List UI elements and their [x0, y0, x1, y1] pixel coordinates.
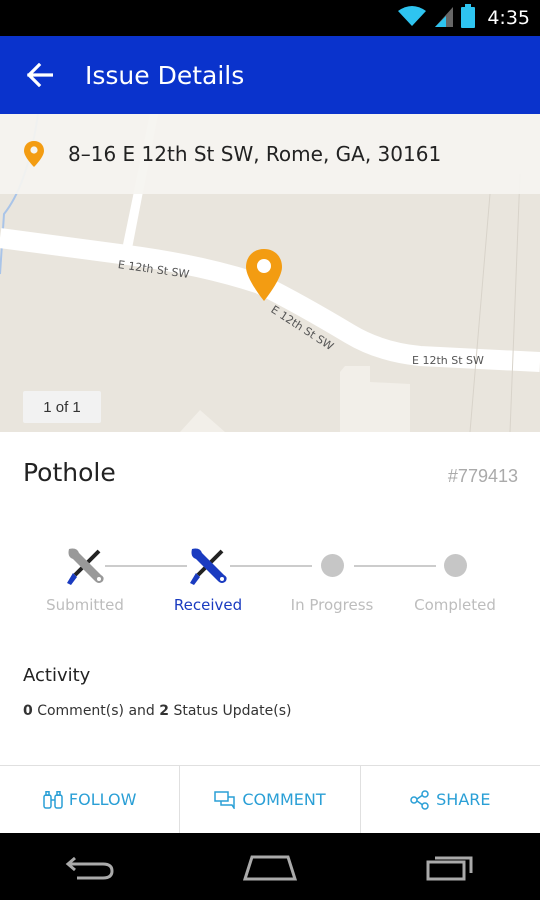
- dot-icon: [320, 553, 344, 577]
- dot-icon: [443, 553, 467, 577]
- location-pin-icon: [0, 140, 68, 168]
- page-title: Issue Details: [85, 60, 245, 90]
- status-time: 4:35: [487, 7, 530, 29]
- step-label: Completed: [414, 596, 496, 614]
- step-label: Submitted: [46, 596, 124, 614]
- system-nav-bar: [0, 833, 540, 900]
- comment-count: 0: [23, 703, 33, 719]
- comments-text: Comment(s) and: [37, 703, 155, 719]
- back-nav-icon: [65, 856, 114, 879]
- wifi-icon: [397, 5, 427, 32]
- binoculars-icon: [43, 790, 63, 809]
- share-label: SHARE: [436, 790, 491, 809]
- status-update-count: 2: [159, 703, 170, 719]
- chat-bubbles-icon: [214, 790, 236, 809]
- step-in-progress: In Progress: [272, 540, 392, 614]
- status-icons: 4:35: [397, 0, 530, 36]
- location-marker-icon[interactable]: [244, 247, 284, 308]
- arrow-left-icon: [27, 63, 53, 87]
- app-bar: Issue Details: [0, 36, 540, 114]
- address-text: 8–16 E 12th St SW, Rome, GA, 30161: [68, 142, 442, 166]
- street-label: E 12th St SW: [412, 354, 484, 367]
- action-bar: FOLLOW COMMENT SHARE: [0, 765, 540, 833]
- step-completed: Completed: [395, 540, 515, 614]
- share-icon: [410, 789, 429, 810]
- home-nav-icon: [242, 855, 298, 880]
- status-bar: 4:35: [0, 0, 540, 36]
- signal-icon: [435, 5, 454, 32]
- step-label: Received: [173, 596, 243, 614]
- follow-label: FOLLOW: [68, 790, 137, 809]
- step-received: Received: [148, 540, 268, 614]
- recents-nav-icon: [426, 856, 473, 880]
- back-button[interactable]: [0, 36, 80, 114]
- home-nav-button[interactable]: [225, 837, 315, 897]
- step-label: In Progress: [290, 596, 374, 614]
- activity-heading: Activity: [23, 665, 91, 686]
- photo-count-badge[interactable]: 1 of 1: [23, 391, 101, 423]
- back-nav-button[interactable]: [45, 837, 135, 897]
- address-bar: 8–16 E 12th St SW, Rome, GA, 30161: [0, 114, 540, 194]
- share-button[interactable]: SHARE: [361, 766, 540, 833]
- wrench-screwdriver-icon: [190, 548, 227, 585]
- wrench-screwdriver-icon: [67, 548, 104, 585]
- battery-icon: [461, 3, 476, 33]
- comment-button[interactable]: COMMENT: [180, 766, 361, 833]
- step-submitted: Submitted: [25, 540, 145, 614]
- activity-summary: 0 Comment(s) and 2 Status Update(s): [23, 703, 291, 719]
- issue-id: #779413: [447, 466, 518, 486]
- recents-nav-button[interactable]: [405, 837, 495, 897]
- issue-map[interactable]: E 12th St SW E 12th St SW E 12th St SW 8…: [0, 114, 540, 432]
- comment-label: COMMENT: [242, 790, 326, 809]
- issue-title: Pothole: [23, 458, 116, 487]
- status-updates-text: Status Update(s): [173, 703, 292, 719]
- status-progress: Submitted Received In Progress Completed: [0, 540, 540, 630]
- follow-button[interactable]: FOLLOW: [0, 766, 181, 833]
